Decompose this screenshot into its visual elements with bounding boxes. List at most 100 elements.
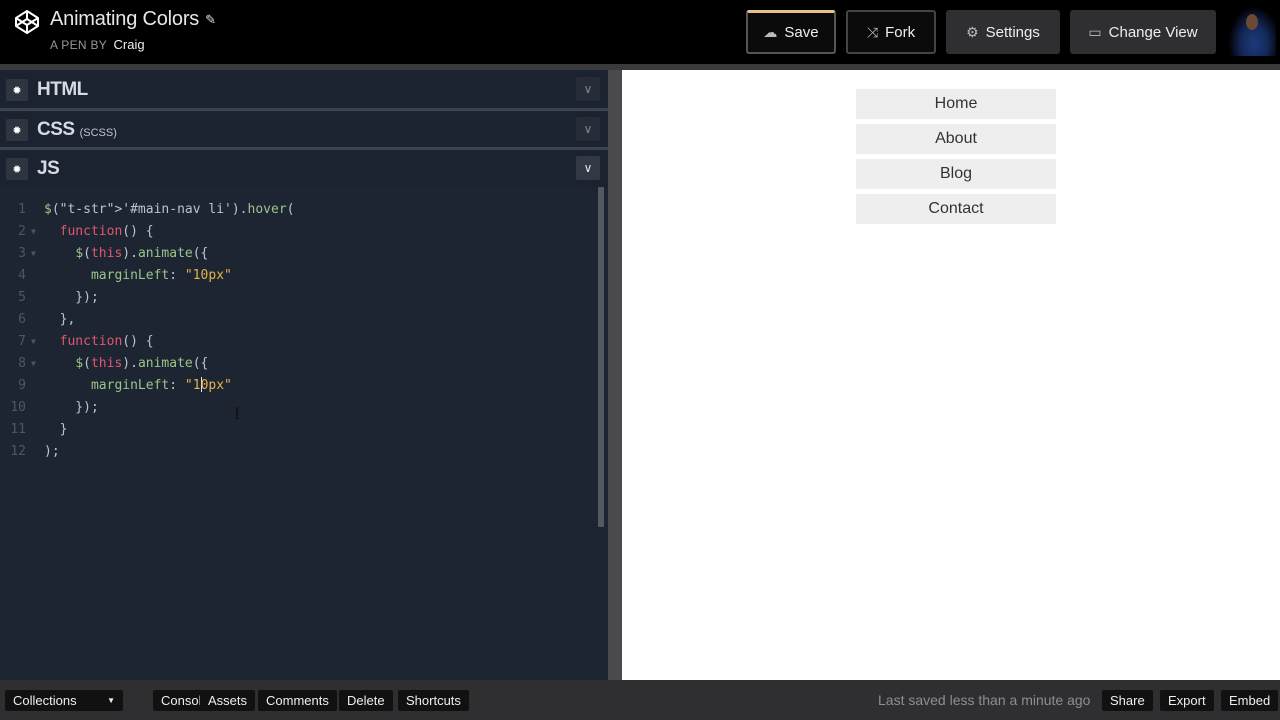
- change-view-label: Change View: [1108, 23, 1198, 41]
- settings-button[interactable]: ⚙ Settings: [946, 10, 1060, 54]
- top-header: Animating Colors ✎ A PEN BY Craig ☁ Save…: [0, 0, 1280, 64]
- css-editor-title: CSS: [37, 119, 75, 140]
- save-label: Save: [784, 24, 819, 41]
- code-text: $(this).animate({: [75, 246, 209, 261]
- js-code-editor[interactable]: 1 $("t-str">'#main-nav li').hover( 2 ▼ func…: [0, 191, 600, 680]
- code-text: marginLeft: "10px": [90, 377, 232, 393]
- assets-button[interactable]: Assets: [200, 690, 256, 711]
- comments-button[interactable]: Comments: [258, 690, 337, 711]
- code-text: });: [44, 400, 99, 415]
- author-link[interactable]: Craig: [114, 37, 145, 52]
- code-text: $("t-str">'#main-nav li').hover(: [44, 202, 295, 217]
- fork-icon: ⤨: [866, 23, 879, 40]
- pen-byline: A PEN BY Craig: [50, 37, 145, 52]
- line-number: 12: [10, 444, 26, 459]
- line-number: 5: [18, 290, 26, 305]
- code-line[interactable]: 3 ▼ $(this).animate({: [0, 243, 590, 265]
- code-line[interactable]: 10 });: [0, 397, 590, 419]
- code-text: }: [44, 422, 68, 437]
- line-number: 8: [18, 356, 26, 371]
- code-line[interactable]: 2 ▼ function() {: [0, 221, 590, 243]
- export-button[interactable]: Export: [1160, 690, 1214, 711]
- line-number: 3: [18, 246, 26, 261]
- pencil-icon[interactable]: ✎: [205, 12, 216, 28]
- fold-arrow-icon[interactable]: ▼: [31, 221, 36, 243]
- nav-item-about[interactable]: About: [856, 124, 1056, 154]
- user-avatar[interactable]: [1228, 6, 1276, 56]
- save-button[interactable]: ☁ Save: [746, 10, 836, 54]
- fork-button[interactable]: ⤨ Fork: [846, 10, 936, 54]
- editor-column: ✹ HTML ∨ ✹ CSS (SCSS) ∨ ✹ JS ∨ 1 $("t-str…: [0, 70, 608, 680]
- preview-pane: Home About Blog Contact: [622, 70, 1280, 680]
- view-icon: ▭: [1088, 23, 1102, 40]
- line-number: 7: [18, 334, 26, 349]
- line-number: 6: [18, 312, 26, 327]
- code-line[interactable]: 1 $("t-str">'#main-nav li').hover(: [0, 199, 590, 221]
- pen-title-text: Animating Colors: [50, 8, 200, 30]
- html-settings-gear-icon[interactable]: ✹: [6, 79, 28, 101]
- code-text: $(this).animate({: [75, 356, 209, 371]
- shortcuts-button[interactable]: Shortcuts: [398, 690, 469, 711]
- line-number: 4: [18, 268, 26, 283]
- caret-down-icon: ▼: [107, 696, 115, 705]
- code-text: );: [44, 444, 60, 459]
- line-number: 10: [10, 400, 26, 415]
- delete-button[interactable]: Delete: [339, 690, 393, 711]
- line-number: 2: [18, 224, 26, 239]
- css-editor-header[interactable]: ✹ CSS (SCSS) ∨: [0, 112, 608, 148]
- pane-resizer[interactable]: [608, 70, 622, 680]
- fold-arrow-icon[interactable]: ▼: [31, 243, 36, 265]
- line-number: 1: [18, 202, 26, 217]
- editor-divider[interactable]: [0, 108, 608, 111]
- html-expand-chevron-icon[interactable]: ∨: [576, 77, 600, 101]
- css-preprocessor-label: (SCSS): [79, 127, 117, 139]
- change-view-button[interactable]: ▭ Change View: [1070, 10, 1216, 54]
- code-line[interactable]: 7 ▼ function() {: [0, 331, 590, 353]
- code-text: marginLeft: "10px": [90, 268, 232, 283]
- line-number: 9: [18, 378, 26, 393]
- js-editor-header[interactable]: ✹ JS ∨: [0, 151, 608, 187]
- fold-arrow-icon[interactable]: ▼: [31, 353, 36, 375]
- js-settings-gear-icon[interactable]: ✹: [6, 158, 28, 180]
- html-editor-title: HTML: [37, 79, 88, 100]
- save-status: Last saved less than a minute ago: [878, 692, 1091, 708]
- share-button[interactable]: Share: [1102, 690, 1153, 711]
- css-settings-gear-icon[interactable]: ✹: [6, 119, 28, 141]
- code-line[interactable]: 8 ▼ $(this).animate({: [0, 353, 590, 375]
- html-editor-header[interactable]: ✹ HTML ∨: [0, 72, 608, 108]
- main-nav: Home About Blog Contact: [856, 89, 1056, 229]
- embed-button[interactable]: Embed: [1221, 690, 1279, 711]
- line-number: 11: [10, 422, 26, 437]
- js-editor-title: JS: [37, 158, 60, 179]
- collections-label: Collections: [13, 693, 77, 708]
- cloud-icon: ☁: [763, 24, 778, 40]
- code-line[interactable]: 6 },: [0, 309, 590, 331]
- gear-icon: ⚙: [966, 23, 979, 40]
- settings-label: Settings: [985, 23, 1040, 41]
- code-text: function() {: [59, 224, 154, 239]
- code-text: });: [44, 290, 99, 305]
- nav-item-home[interactable]: Home: [856, 89, 1056, 119]
- code-line[interactable]: 11 }: [0, 419, 590, 441]
- nav-item-blog[interactable]: Blog: [856, 159, 1056, 189]
- code-line[interactable]: 12);: [0, 441, 590, 463]
- text-caret: [200, 377, 202, 392]
- code-line[interactable]: 5 });: [0, 287, 590, 309]
- codepen-logo-icon[interactable]: [14, 9, 40, 35]
- pen-title[interactable]: Animating Colors ✎: [50, 8, 216, 31]
- byline-prefix: A PEN BY: [50, 38, 107, 52]
- footer-bar: Collections ▼ Console Assets Comments De…: [0, 680, 1280, 720]
- code-line[interactable]: 4 marginLeft: "10px": [0, 265, 590, 287]
- nav-item-contact[interactable]: Contact: [856, 194, 1056, 224]
- collections-dropdown[interactable]: Collections ▼: [5, 690, 123, 711]
- editor-divider[interactable]: [0, 147, 608, 150]
- js-expand-chevron-icon[interactable]: ∨: [576, 156, 600, 180]
- code-line[interactable]: 9 marginLeft: "10px": [0, 375, 590, 397]
- code-scrollbar[interactable]: [598, 187, 604, 527]
- code-text: },: [44, 312, 76, 327]
- fork-label: Fork: [885, 23, 916, 41]
- code-text: function() {: [59, 334, 154, 349]
- text-cursor-ibeam-icon: I: [234, 404, 241, 423]
- css-expand-chevron-icon[interactable]: ∨: [576, 117, 600, 141]
- fold-arrow-icon[interactable]: ▼: [31, 331, 36, 353]
